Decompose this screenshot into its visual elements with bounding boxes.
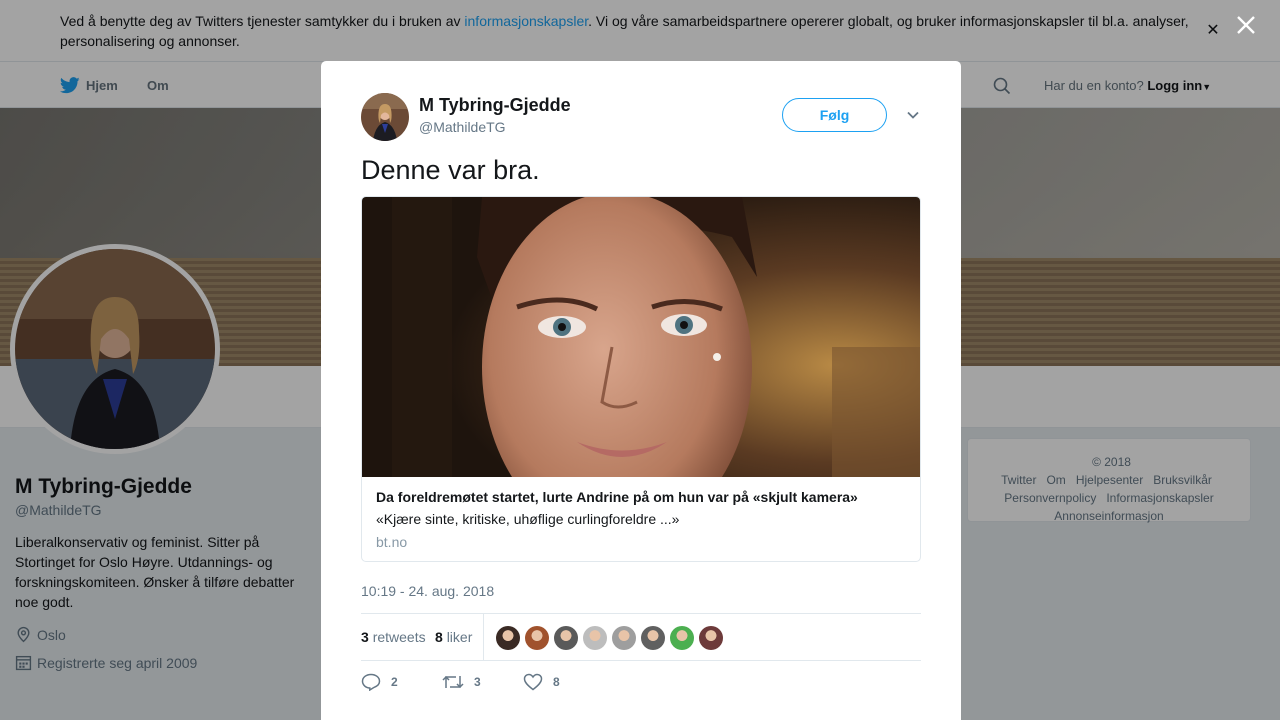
tweet-actions: 2 3 8: [361, 671, 661, 695]
likes-stat[interactable]: 8 liker: [435, 629, 472, 645]
reply-icon: [361, 673, 381, 691]
reply-count: 2: [391, 675, 398, 689]
retweet-button[interactable]: 3: [442, 673, 481, 691]
liker-avatar[interactable]: [583, 626, 607, 650]
retweet-count: 3: [474, 675, 481, 689]
likers-avatars: [496, 626, 723, 650]
heart-icon: [523, 673, 543, 691]
link-card[interactable]: Da foreldremøtet startet, lurte Andrine …: [361, 196, 921, 562]
card-description: «Kjære sinte, kritiske, uhøflige curling…: [376, 511, 680, 527]
tweet-author-name[interactable]: M Tybring-Gjedde: [419, 95, 571, 116]
liker-avatar[interactable]: [670, 626, 694, 650]
tweet-stats: 3 retweets 8 liker: [361, 613, 921, 661]
liker-avatar[interactable]: [699, 626, 723, 650]
card-image: [362, 197, 920, 477]
liker-avatar[interactable]: [525, 626, 549, 650]
tweet-avatar[interactable]: [361, 93, 409, 141]
stats-divider: [483, 614, 484, 660]
retweets-stat[interactable]: 3 retweets: [361, 629, 426, 645]
close-icon[interactable]: [1234, 13, 1258, 37]
card-title[interactable]: Da foreldremøtet startet, lurte Andrine …: [376, 489, 858, 505]
tweet-author-handle[interactable]: @MathildeTG: [419, 119, 506, 135]
liker-avatar[interactable]: [554, 626, 578, 650]
like-button[interactable]: 8: [523, 673, 560, 691]
tweet-text: Denne var bra.: [361, 155, 540, 185]
reply-button[interactable]: 2: [361, 673, 398, 691]
retweet-icon: [442, 675, 464, 689]
tweet-modal: M Tybring-Gjedde @MathildeTG Følg Denne …: [321, 61, 961, 720]
chevron-down-icon[interactable]: [905, 107, 921, 123]
like-count: 8: [553, 675, 560, 689]
liker-avatar[interactable]: [641, 626, 665, 650]
tweet-timestamp[interactable]: 10:19 - 24. aug. 2018: [361, 583, 494, 599]
follow-button[interactable]: Følg: [782, 98, 887, 132]
liker-avatar[interactable]: [496, 626, 520, 650]
card-domain: bt.no: [376, 534, 408, 550]
liker-avatar[interactable]: [612, 626, 636, 650]
